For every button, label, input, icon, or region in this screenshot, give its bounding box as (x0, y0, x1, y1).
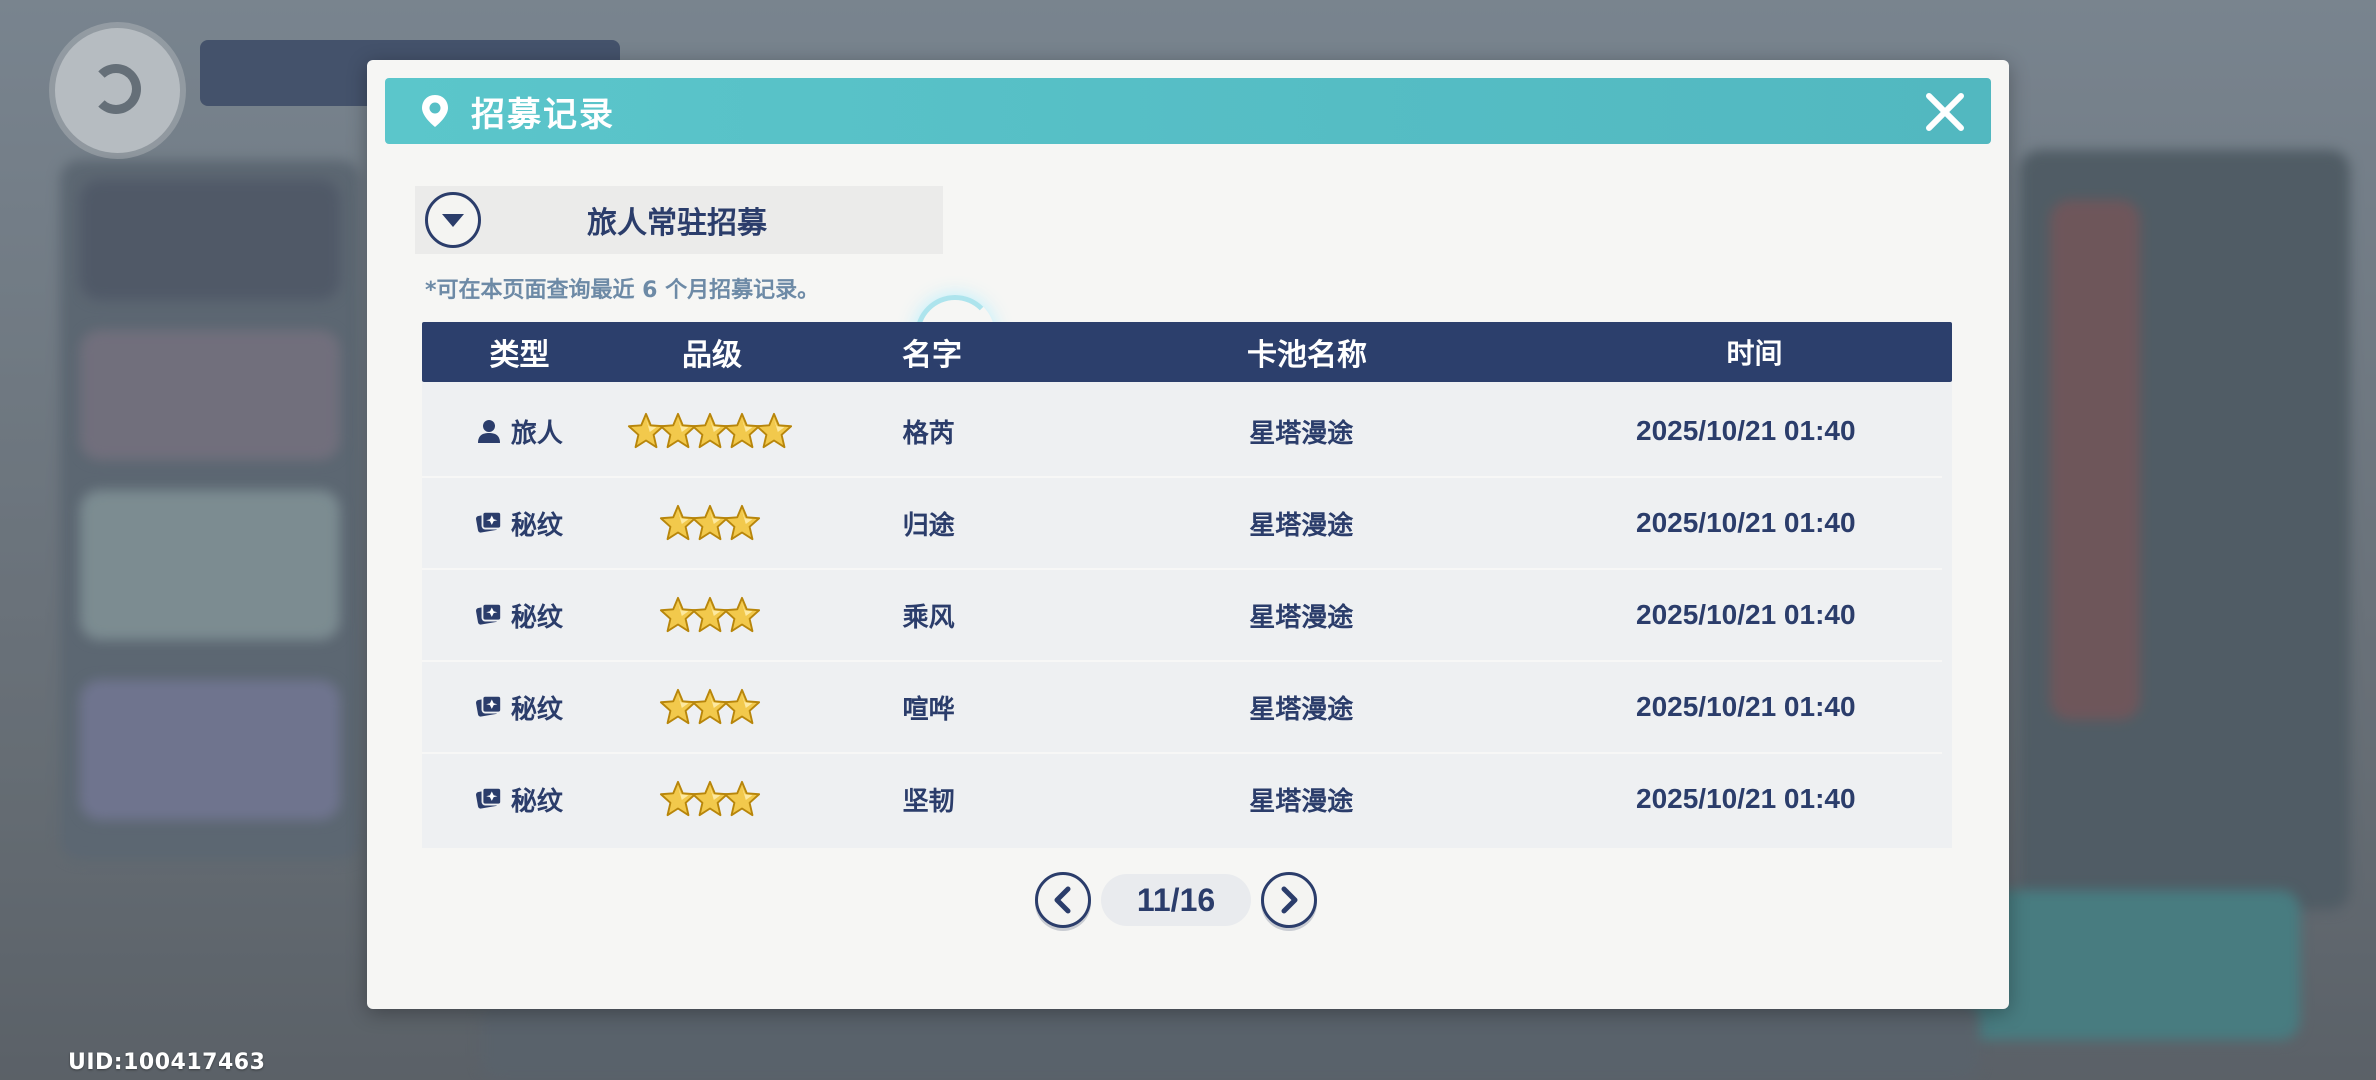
cell-rank (616, 504, 805, 542)
recruit-table: 类型 品级 名字 卡池名称 时间 旅人 格芮 星塔漫途 2025/10/21 01:4… (422, 322, 1952, 848)
type-label: 秘纹 (510, 510, 563, 541)
cell-type: 秘纹 (422, 597, 616, 634)
modal-header: 招募记录 (385, 78, 1991, 144)
header-name: 名字 (902, 338, 962, 373)
type-label: 旅人 (510, 418, 563, 449)
cell-pool: 星塔漫途 (1249, 786, 1354, 817)
modal-title: 招募记录 (471, 94, 615, 135)
location-pin-icon (417, 93, 453, 129)
star-icon (755, 412, 793, 450)
star-icon (723, 688, 761, 726)
history-note: *可在本页面查询最近 6 个月招募记录。 (425, 278, 820, 303)
cell-time: 2025/10/21 01:40 (1636, 599, 1856, 630)
cell-pool: 星塔漫途 (1249, 418, 1354, 449)
type-label: 秘纹 (510, 694, 563, 725)
cell-name: 乘风 (902, 602, 955, 633)
header-type: 类型 (489, 338, 550, 373)
cell-pool: 星塔漫途 (1249, 694, 1354, 725)
table-body: 旅人 格芮 星塔漫途 2025/10/21 01:40 秘纹 归途 星塔漫途 2025/10/… (422, 382, 1952, 848)
header-time: 时间 (1726, 338, 1783, 369)
pool-dropdown[interactable]: 旅人常驻招募 (415, 186, 943, 254)
star-icon (723, 596, 761, 634)
close-icon (1926, 93, 1964, 131)
cell-time: 2025/10/21 01:40 (1636, 507, 1856, 538)
header-rank: 品级 (682, 338, 742, 373)
cell-pool: 星塔漫途 (1249, 602, 1354, 633)
cell-type: 秘纹 (422, 689, 616, 726)
table-row: 秘纹 乘风 星塔漫途 2025/10/21 01:40 (422, 570, 1942, 662)
pool-selected-label: 旅人常驻招募 (587, 206, 767, 241)
cell-name: 坚韧 (902, 786, 955, 817)
cell-type: 旅人 (422, 413, 616, 450)
cell-time: 2025/10/21 01:40 (1636, 783, 1856, 814)
star-icon (723, 504, 761, 542)
page-indicator: 11/16 (1101, 874, 1251, 926)
cell-time: 2025/10/21 01:40 (1636, 691, 1856, 722)
star-icon (723, 780, 761, 818)
cell-name: 格芮 (902, 418, 955, 449)
chevron-down-icon[interactable] (425, 192, 481, 248)
close-button[interactable] (1923, 90, 1967, 134)
card-icon (475, 785, 503, 813)
table-row: 秘纹 喧哗 星塔漫途 2025/10/21 01:40 (422, 662, 1942, 754)
cell-rank (616, 780, 805, 818)
cell-time: 2025/10/21 01:40 (1636, 415, 1856, 446)
prev-page-button[interactable] (1035, 872, 1091, 928)
chevron-left-icon (1054, 886, 1071, 914)
cell-type: 秘纹 (422, 505, 616, 542)
table-row: 秘纹 坚韧 星塔漫途 2025/10/21 01:40 (422, 754, 1942, 844)
header-pool: 卡池名称 (1247, 338, 1367, 373)
next-page-button[interactable] (1261, 872, 1317, 928)
recruit-history-modal: 招募记录 旅人常驻招募 *可在本页面查询最近 6 个月招募记录。 类型 品级 名… (367, 60, 2009, 1009)
table-header: 类型 品级 名字 卡池名称 时间 (422, 322, 1952, 382)
cell-pool: 星塔漫途 (1249, 510, 1354, 541)
card-icon (475, 509, 503, 537)
card-icon (475, 601, 503, 629)
type-label: 秘纹 (510, 786, 563, 817)
cell-rank (616, 596, 805, 634)
cell-name: 喧哗 (902, 694, 955, 725)
person-icon (475, 417, 503, 445)
card-icon (475, 693, 503, 721)
table-row: 旅人 格芮 星塔漫途 2025/10/21 01:40 (422, 386, 1942, 478)
cell-rank (616, 412, 805, 450)
table-row: 秘纹 归途 星塔漫途 2025/10/21 01:40 (422, 478, 1942, 570)
cell-rank (616, 688, 805, 726)
pagination: 11/16 (1035, 872, 1317, 928)
cell-type: 秘纹 (422, 781, 616, 818)
uid-label: UID:100417463 (68, 1050, 266, 1075)
type-label: 秘纹 (510, 602, 563, 633)
chevron-right-icon (1281, 886, 1298, 914)
cell-name: 归途 (902, 510, 955, 541)
